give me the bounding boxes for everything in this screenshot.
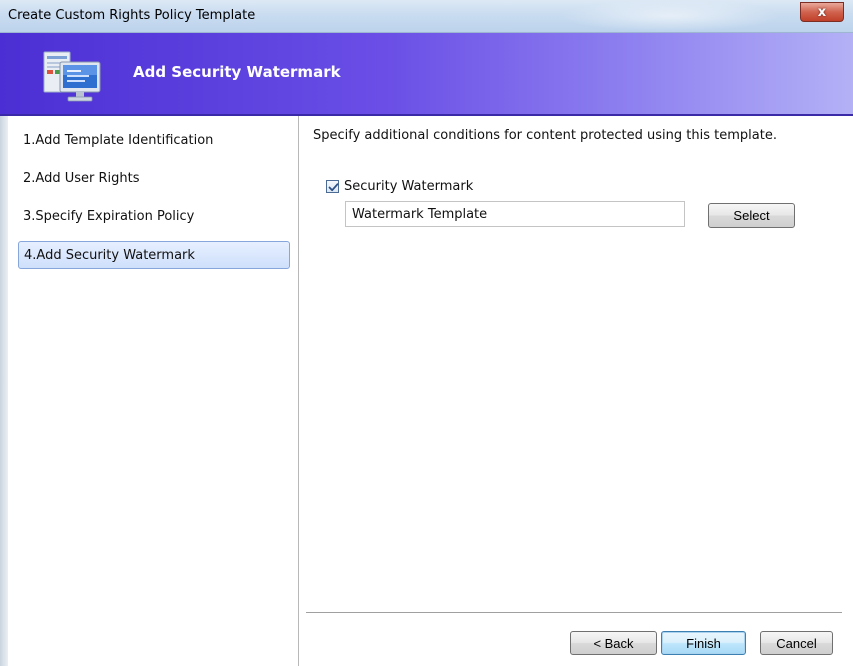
title-bar-glow <box>560 0 780 32</box>
window-title: Create Custom Rights Policy Template <box>8 8 256 23</box>
security-watermark-label: Security Watermark <box>344 178 474 194</box>
computer-monitor-icon <box>43 51 101 102</box>
banner-title: Add Security Watermark <box>133 63 341 81</box>
finish-button[interactable]: Finish <box>661 631 746 655</box>
footer-divider <box>306 612 842 613</box>
step-label: 1.Add Template Identification <box>23 133 214 148</box>
security-watermark-checkbox[interactable] <box>326 179 339 193</box>
select-button[interactable]: Select <box>708 203 795 228</box>
window-left-edge <box>0 116 8 666</box>
watermark-template-field[interactable] <box>345 201 685 227</box>
title-bar[interactable]: Create Custom Rights Policy Template x <box>0 0 853 33</box>
step-add-user-rights[interactable]: 2.Add User Rights <box>18 165 290 193</box>
step-specify-expiration-policy[interactable]: 3.Specify Expiration Policy <box>18 203 290 231</box>
step-add-security-watermark[interactable]: 4.Add Security Watermark <box>18 241 290 269</box>
close-button[interactable]: x <box>800 2 844 22</box>
wizard-step-list: 1.Add Template Identification 2.Add User… <box>8 116 298 666</box>
cancel-button[interactable]: Cancel <box>760 631 833 655</box>
close-icon: x <box>817 4 827 20</box>
dialog-window: Create Custom Rights Policy Template x A… <box>0 0 853 666</box>
security-watermark-option[interactable]: Security Watermark <box>326 177 473 195</box>
step-content-panel: Specify additional conditions for conten… <box>299 116 853 666</box>
step-add-template-identification[interactable]: 1.Add Template Identification <box>18 127 290 155</box>
instruction-text: Specify additional conditions for conten… <box>313 128 777 143</box>
step-label: 3.Specify Expiration Policy <box>23 209 195 224</box>
back-button[interactable]: < Back <box>570 631 657 655</box>
step-label: 4.Add Security Watermark <box>24 248 195 263</box>
checkmark-icon <box>328 182 339 191</box>
header-banner: Add Security Watermark <box>0 33 853 116</box>
step-label: 2.Add User Rights <box>23 171 140 186</box>
